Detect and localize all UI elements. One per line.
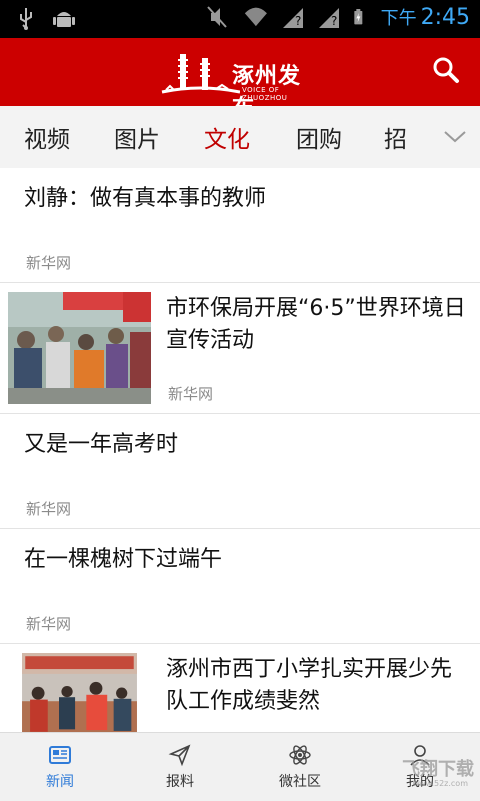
category-tabs: 视频 图片 文化 团购 招	[0, 106, 480, 169]
status-bar: ? ? 下午 2:45	[0, 0, 480, 38]
list-item[interactable]: 刘静：做有真本事的教师 新华网	[0, 168, 480, 283]
usb-icon	[20, 8, 32, 30]
watermark-text: 飞翔下载	[402, 759, 474, 780]
nav-label: 报料	[166, 774, 194, 790]
article-thumbnail	[22, 653, 137, 743]
watermark-url: www.52z.com	[412, 779, 468, 788]
nav-label: 微社区	[279, 774, 321, 790]
article-source: 新华网	[26, 500, 72, 518]
article-source: 新华网	[26, 254, 72, 272]
search-icon[interactable]	[432, 56, 460, 84]
list-item[interactable]: 涿州市西丁小学扎实开展少先队工作成绩斐然	[0, 644, 480, 744]
svg-text:?: ?	[295, 14, 301, 28]
watermark: 飞翔下载 www.52z.com	[402, 755, 474, 788]
tab-group-buy[interactable]: 团购	[296, 120, 342, 154]
nav-news[interactable]: 新闻	[0, 733, 120, 801]
tab-video[interactable]: 视频	[24, 120, 70, 154]
chevron-down-icon[interactable]	[442, 126, 468, 146]
nav-report[interactable]: 报料	[120, 733, 240, 801]
tab-pictures[interactable]: 图片	[114, 120, 160, 154]
list-item[interactable]: 又是一年高考时 新华网	[0, 414, 480, 529]
unknown-notify-icon: ?	[318, 8, 339, 28]
unknown-notify-icon: ?	[282, 8, 303, 28]
android-icon	[53, 12, 75, 27]
svg-text:?: ?	[331, 14, 337, 28]
tab-culture[interactable]: 文化	[204, 120, 250, 154]
article-thumbnail	[8, 292, 151, 404]
mute-icon	[206, 6, 227, 28]
nav-community[interactable]: 微社区	[240, 733, 360, 801]
list-item[interactable]: 在一棵槐树下过端午 新华网	[0, 529, 480, 644]
article-source: 新华网	[26, 615, 72, 633]
app-header: 涿州发布 VOICE OF ZHUOZHOU	[0, 38, 480, 121]
bottom-nav: 新闻 报料 微社区 我的 飞翔下载 www.52z.com	[0, 732, 480, 801]
tab-recruit[interactable]: 招	[384, 120, 407, 154]
article-title: 刘静：做有真本事的教师	[24, 186, 267, 211]
list-item[interactable]: 市环保局开展“6·5”世界环境日宣传活动 新华网	[0, 283, 480, 414]
article-title: 涿州市西丁小学扎实开展少先队工作成绩斐然	[166, 657, 453, 714]
brand-subtitle: VOICE OF ZHUOZHOU	[242, 86, 288, 102]
battery-charging-icon	[353, 9, 362, 25]
newspaper-icon	[49, 746, 71, 764]
time-prefix: 下午	[380, 8, 417, 29]
article-source: 新华网	[168, 385, 214, 403]
tower-logo-icon	[161, 54, 240, 94]
send-icon	[168, 744, 191, 767]
wifi-icon	[244, 7, 267, 27]
article-title: 市环保局开展“6·5”世界环境日宣传活动	[166, 296, 466, 353]
article-title: 又是一年高考时	[24, 432, 179, 457]
atom-icon	[289, 745, 311, 765]
status-time: 2:45	[420, 5, 470, 30]
app-logo: 涿州发布 VOICE OF ZHUOZHOU	[160, 48, 320, 121]
article-list: 刘静：做有真本事的教师 新华网 市环保局开展“6·5”世界环境日宣传活动 新华网…	[0, 168, 480, 744]
nav-label: 新闻	[46, 774, 74, 790]
article-title: 在一棵槐树下过端午	[24, 547, 223, 572]
